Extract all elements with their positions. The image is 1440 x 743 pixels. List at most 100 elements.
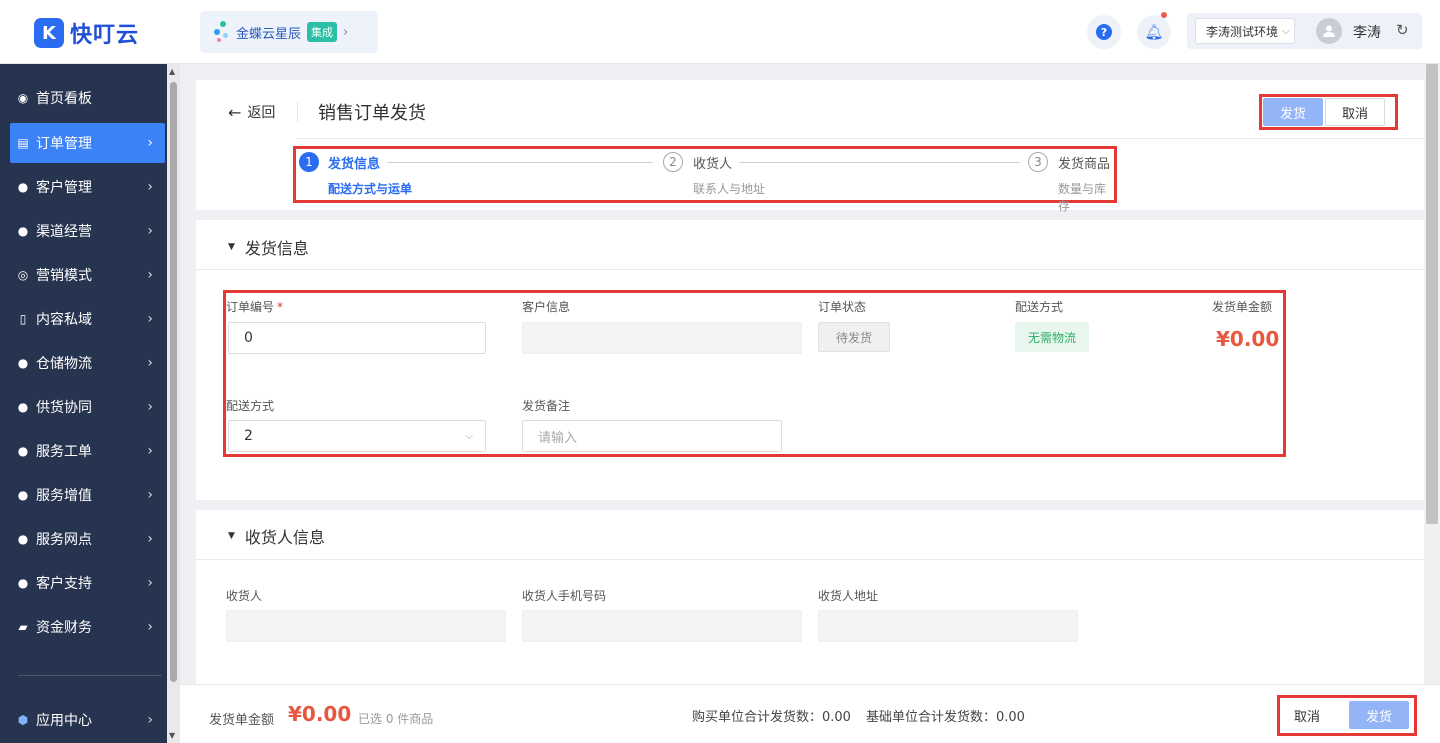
footer-cancel-button[interactable]: 取消 [1283, 701, 1331, 729]
order-status-label: 订单状态 [818, 300, 867, 314]
page-header-card: ← 返回 销售订单发货 发货 取消 1 发货信息 配送方式与运单 2 收货人 联系… [196, 80, 1424, 213]
scrollbar-thumb[interactable] [170, 82, 177, 682]
username: 李涛 [1353, 25, 1381, 41]
scrollbar-thumb[interactable] [1426, 64, 1438, 524]
header-action-group: 发货 取消 [1259, 94, 1398, 130]
order-number-value: 0 [244, 330, 253, 346]
chevron-right-icon: › [147, 267, 153, 283]
sidebar-item-dashboard[interactable]: ◉ 首页看板 [10, 78, 165, 118]
user-icon: ● [17, 444, 29, 458]
sidebar-item-value-added[interactable]: ● 服务增值 › [10, 475, 165, 515]
section-divider [196, 559, 1424, 560]
integration-switcher[interactable]: 金蝶云星辰 集成 › [200, 11, 378, 53]
target-icon: ◎ [17, 268, 29, 282]
chevron-right-icon: › [147, 619, 153, 635]
help-icon: ? [1096, 24, 1112, 40]
step-3-title[interactable]: 发货商品 [1058, 153, 1110, 172]
chevron-right-icon: › [147, 223, 153, 239]
step-1-number[interactable]: 1 [299, 152, 319, 172]
scroll-up-icon[interactable]: ▲ [169, 67, 175, 76]
chevron-right-icon: › [147, 712, 153, 728]
dashboard-icon: ◉ [17, 91, 29, 105]
header-separator [296, 138, 1424, 139]
chevron-right-icon: › [147, 311, 153, 327]
sidebar-item-customers[interactable]: ● 客户管理 › [10, 167, 165, 207]
sidebar-item-marketing[interactable]: ◎ 营销模式 › [10, 255, 165, 295]
sidebar-item-label: 应用中心 [36, 713, 92, 729]
document-icon: ▯ [19, 312, 27, 326]
arrow-left-icon: ← [228, 102, 242, 122]
integration-name: 金蝶云星辰 [236, 26, 302, 42]
order-number-input[interactable]: 0 [228, 322, 486, 354]
sidebar-item-channels[interactable]: ● 渠道经营 › [10, 211, 165, 251]
delivery-method-select[interactable]: 2 ⌵ [228, 420, 486, 452]
remark-input[interactable]: 请输入 [522, 420, 782, 452]
content-scrollbar[interactable] [1424, 64, 1440, 684]
delivery-select-value: 2 [244, 428, 253, 444]
section-title: 收货人信息 [244, 528, 325, 547]
step-connector [387, 162, 653, 163]
receiver-section-header[interactable]: ▼ 收货人信息 [228, 524, 325, 548]
sidebar-item-work-orders[interactable]: ● 服务工单 › [10, 431, 165, 471]
step-2-number[interactable]: 2 [663, 152, 683, 172]
user-icon: ● [17, 488, 29, 502]
receiver-info-card: ▼ 收货人信息 收货人 收货人手机号码 收货人地址 [196, 510, 1424, 684]
caret-down-icon: ▼ [228, 531, 235, 541]
chevron-right-icon: › [343, 24, 349, 40]
sidebar-item-finance[interactable]: ▰ 资金财务 › [10, 607, 165, 647]
sidebar-item-supply[interactable]: ● 供货协同 › [10, 387, 165, 427]
environment-select[interactable]: 李涛测试环境 ⌵ [1195, 18, 1295, 44]
cancel-button[interactable]: 取消 [1325, 98, 1385, 126]
sidebar-item-support[interactable]: ● 客户支持 › [10, 563, 165, 603]
help-button[interactable]: ? [1087, 15, 1121, 49]
step-3-number[interactable]: 3 [1028, 152, 1048, 172]
notification-button[interactable]: 🔔︎ [1137, 12, 1171, 49]
step-3-desc: 数量与库存 [1058, 182, 1107, 213]
shipping-form-highlight: 订单编号 * 0 客户信息 订单状态 待发货 配送方式 无需物流 发货单金额 ¥0… [223, 290, 1286, 457]
purchase-unit-total: 购买单位合计发货数：0.00 [692, 710, 851, 725]
sidebar-item-content[interactable]: ▯ 内容私域 › [10, 299, 165, 339]
back-button[interactable]: ← 返回 [228, 102, 275, 122]
environment-label: 李涛测试环境 [1206, 24, 1279, 39]
top-bar: K 快叮云 金蝶云星辰 集成 › ? 🔔︎ 李涛测试环境 ⌵ 李涛 ↻ [0, 0, 1440, 64]
required-mark: * [277, 300, 284, 314]
chevron-down-icon: ⌵ [1282, 25, 1290, 37]
shipping-section-header[interactable]: ▼ 发货信息 [228, 235, 309, 259]
chevron-down-icon: ⌵ [465, 430, 473, 442]
avatar[interactable] [1316, 18, 1342, 44]
cube-icon: ⬢ [17, 713, 29, 727]
sidebar-item-orders[interactable]: ▤ 订单管理 › [10, 123, 165, 163]
receiver-phone-field [522, 610, 802, 642]
sidebar-item-label: 首页看板 [36, 91, 92, 107]
user-icon: ● [17, 576, 29, 590]
step-2-desc: 联系人与地址 [693, 182, 766, 196]
sidebar-scrollbar[interactable]: ▲ ▼ [167, 64, 180, 743]
receiver-name-field [226, 610, 506, 642]
customer-info-field [522, 322, 802, 354]
order-number-label: 订单编号 * [226, 298, 283, 315]
app-logo[interactable]: K 快叮云 [34, 17, 139, 49]
order-number-label-text: 订单编号 [226, 300, 275, 314]
sidebar-item-label: 服务工单 [36, 444, 92, 460]
footer-action-group: 取消 发货 [1277, 695, 1417, 736]
users-icon: ● [17, 400, 29, 414]
receiver-address-field [818, 610, 1078, 642]
refresh-icon[interactable]: ↻ [1396, 21, 1409, 39]
steps-indicator: 1 发货信息 配送方式与运单 2 收货人 联系人与地址 3 发货商品 数量与库存 [293, 146, 1117, 213]
section-title: 发货信息 [244, 239, 309, 258]
selected-count: 已选 0 件商品 [358, 712, 434, 726]
header-divider [297, 102, 298, 122]
sidebar-item-app-center[interactable]: ⬢ 应用中心 › [10, 700, 165, 740]
scroll-down-icon[interactable]: ▼ [169, 731, 175, 740]
receiver-name-label: 收货人 [226, 589, 263, 603]
remark-placeholder: 请输入 [538, 430, 578, 446]
step-1-title[interactable]: 发货信息 [328, 153, 380, 172]
footer-ship-button[interactable]: 发货 [1349, 701, 1409, 729]
sidebar-item-outlets[interactable]: ● 服务网点 › [10, 519, 165, 559]
integration-badge: 集成 [307, 22, 338, 42]
notification-dot [1161, 12, 1167, 18]
chevron-right-icon: › [147, 443, 153, 459]
sidebar-item-warehouse[interactable]: ● 仓储物流 › [10, 343, 165, 383]
ship-button[interactable]: 发货 [1263, 98, 1323, 126]
step-2-title[interactable]: 收货人 [693, 153, 732, 172]
